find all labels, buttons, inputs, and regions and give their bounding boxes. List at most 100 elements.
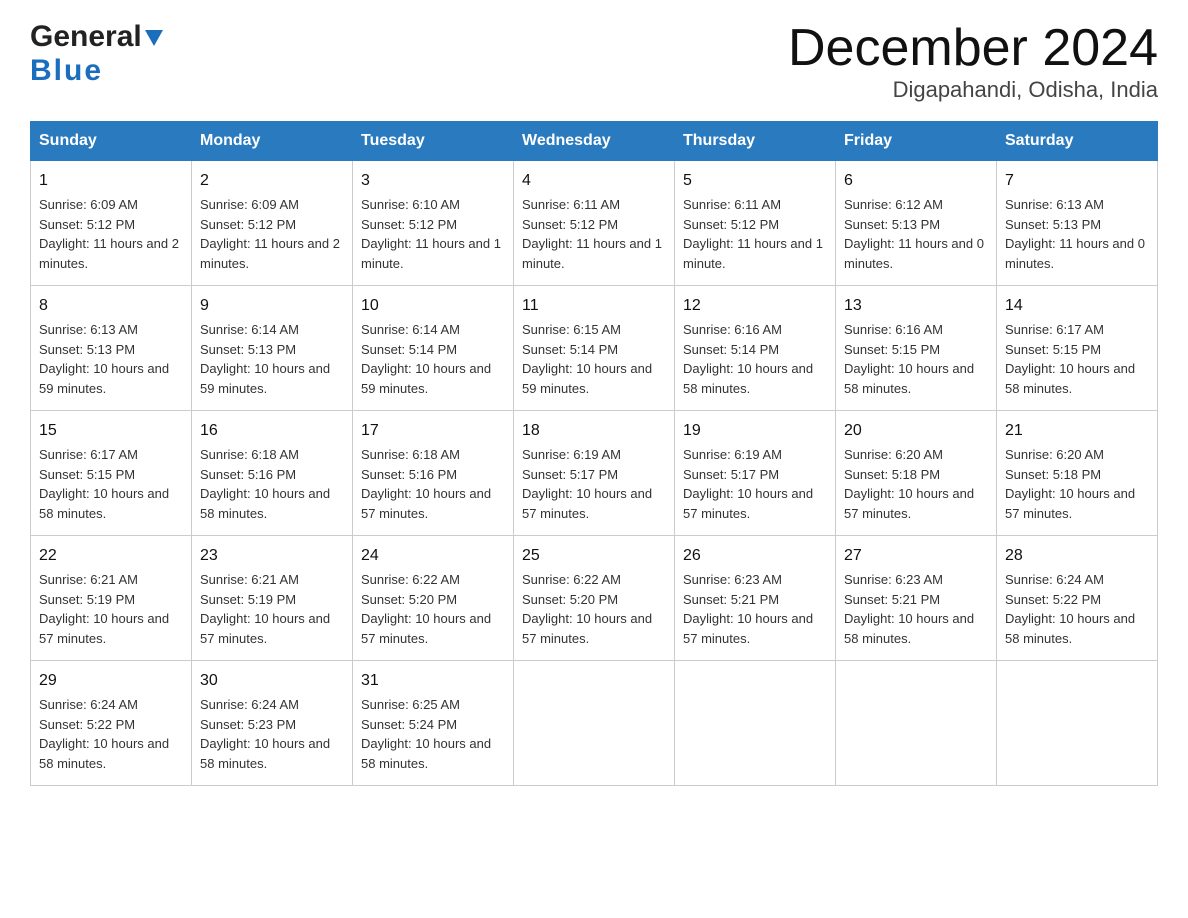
calendar-cell <box>836 661 997 786</box>
day-daylight: Daylight: 11 hours and 2 minutes. <box>39 236 179 271</box>
day-daylight: Daylight: 10 hours and 58 minutes. <box>1005 361 1135 396</box>
calendar-cell: 20 Sunrise: 6:20 AM Sunset: 5:18 PM Dayl… <box>836 411 997 536</box>
day-sunrise: Sunrise: 6:17 AM <box>1005 322 1104 337</box>
weekday-header-saturday: Saturday <box>997 122 1158 161</box>
calendar-cell: 4 Sunrise: 6:11 AM Sunset: 5:12 PM Dayli… <box>514 161 675 286</box>
logo-blue-text: Blue <box>30 54 103 88</box>
weekday-header-sunday: Sunday <box>31 122 192 161</box>
day-number: 7 <box>1005 169 1149 193</box>
day-sunset: Sunset: 5:16 PM <box>200 467 296 482</box>
day-number: 15 <box>39 419 183 443</box>
day-daylight: Daylight: 10 hours and 57 minutes. <box>1005 486 1135 521</box>
calendar-cell: 15 Sunrise: 6:17 AM Sunset: 5:15 PM Dayl… <box>31 411 192 536</box>
day-sunrise: Sunrise: 6:18 AM <box>200 447 299 462</box>
day-sunrise: Sunrise: 6:09 AM <box>39 197 138 212</box>
day-sunrise: Sunrise: 6:16 AM <box>683 322 782 337</box>
day-sunset: Sunset: 5:15 PM <box>1005 342 1101 357</box>
day-number: 9 <box>200 294 344 318</box>
day-sunrise: Sunrise: 6:10 AM <box>361 197 460 212</box>
day-sunset: Sunset: 5:19 PM <box>200 592 296 607</box>
day-number: 3 <box>361 169 505 193</box>
day-daylight: Daylight: 10 hours and 58 minutes. <box>200 486 330 521</box>
logo-triangle-icon <box>145 30 163 46</box>
day-daylight: Daylight: 10 hours and 59 minutes. <box>522 361 652 396</box>
day-sunrise: Sunrise: 6:24 AM <box>1005 572 1104 587</box>
day-daylight: Daylight: 11 hours and 2 minutes. <box>200 236 340 271</box>
day-sunset: Sunset: 5:13 PM <box>1005 217 1101 232</box>
calendar-cell: 10 Sunrise: 6:14 AM Sunset: 5:14 PM Dayl… <box>353 286 514 411</box>
day-number: 11 <box>522 294 666 318</box>
day-sunset: Sunset: 5:12 PM <box>361 217 457 232</box>
day-sunset: Sunset: 5:13 PM <box>200 342 296 357</box>
calendar-cell: 14 Sunrise: 6:17 AM Sunset: 5:15 PM Dayl… <box>997 286 1158 411</box>
day-sunrise: Sunrise: 6:14 AM <box>361 322 460 337</box>
day-daylight: Daylight: 10 hours and 58 minutes. <box>844 611 974 646</box>
calendar-subtitle: Digapahandi, Odisha, India <box>788 77 1158 103</box>
day-number: 12 <box>683 294 827 318</box>
weekday-header-tuesday: Tuesday <box>353 122 514 161</box>
day-daylight: Daylight: 10 hours and 58 minutes. <box>39 486 169 521</box>
day-sunset: Sunset: 5:14 PM <box>361 342 457 357</box>
day-sunset: Sunset: 5:16 PM <box>361 467 457 482</box>
day-daylight: Daylight: 10 hours and 57 minutes. <box>522 611 652 646</box>
calendar-cell <box>675 661 836 786</box>
day-sunrise: Sunrise: 6:12 AM <box>844 197 943 212</box>
day-sunset: Sunset: 5:22 PM <box>1005 592 1101 607</box>
calendar-cell: 26 Sunrise: 6:23 AM Sunset: 5:21 PM Dayl… <box>675 536 836 661</box>
day-sunrise: Sunrise: 6:09 AM <box>200 197 299 212</box>
calendar-cell: 5 Sunrise: 6:11 AM Sunset: 5:12 PM Dayli… <box>675 161 836 286</box>
day-daylight: Daylight: 11 hours and 0 minutes. <box>844 236 984 271</box>
day-number: 4 <box>522 169 666 193</box>
day-sunset: Sunset: 5:15 PM <box>844 342 940 357</box>
day-sunset: Sunset: 5:21 PM <box>844 592 940 607</box>
day-number: 23 <box>200 544 344 568</box>
day-sunset: Sunset: 5:18 PM <box>1005 467 1101 482</box>
day-daylight: Daylight: 10 hours and 57 minutes. <box>39 611 169 646</box>
day-number: 1 <box>39 169 183 193</box>
day-number: 17 <box>361 419 505 443</box>
day-sunset: Sunset: 5:22 PM <box>39 717 135 732</box>
day-daylight: Daylight: 10 hours and 58 minutes. <box>361 736 491 771</box>
calendar-cell: 12 Sunrise: 6:16 AM Sunset: 5:14 PM Dayl… <box>675 286 836 411</box>
day-number: 25 <box>522 544 666 568</box>
day-daylight: Daylight: 10 hours and 59 minutes. <box>39 361 169 396</box>
calendar-week-row: 22 Sunrise: 6:21 AM Sunset: 5:19 PM Dayl… <box>31 536 1158 661</box>
day-sunrise: Sunrise: 6:17 AM <box>39 447 138 462</box>
calendar-cell: 21 Sunrise: 6:20 AM Sunset: 5:18 PM Dayl… <box>997 411 1158 536</box>
day-number: 22 <box>39 544 183 568</box>
calendar-cell: 13 Sunrise: 6:16 AM Sunset: 5:15 PM Dayl… <box>836 286 997 411</box>
day-daylight: Daylight: 10 hours and 57 minutes. <box>361 611 491 646</box>
day-daylight: Daylight: 10 hours and 57 minutes. <box>683 486 813 521</box>
day-sunset: Sunset: 5:12 PM <box>522 217 618 232</box>
day-sunrise: Sunrise: 6:22 AM <box>361 572 460 587</box>
day-sunrise: Sunrise: 6:24 AM <box>200 697 299 712</box>
day-daylight: Daylight: 11 hours and 1 minute. <box>361 236 501 271</box>
day-sunset: Sunset: 5:12 PM <box>39 217 135 232</box>
day-number: 14 <box>1005 294 1149 318</box>
day-sunset: Sunset: 5:14 PM <box>683 342 779 357</box>
calendar-cell: 16 Sunrise: 6:18 AM Sunset: 5:16 PM Dayl… <box>192 411 353 536</box>
day-sunset: Sunset: 5:13 PM <box>844 217 940 232</box>
day-daylight: Daylight: 10 hours and 57 minutes. <box>522 486 652 521</box>
day-number: 13 <box>844 294 988 318</box>
day-daylight: Daylight: 11 hours and 1 minute. <box>683 236 823 271</box>
day-sunset: Sunset: 5:20 PM <box>522 592 618 607</box>
day-daylight: Daylight: 11 hours and 1 minute. <box>522 236 662 271</box>
calendar-cell: 23 Sunrise: 6:21 AM Sunset: 5:19 PM Dayl… <box>192 536 353 661</box>
day-daylight: Daylight: 10 hours and 57 minutes. <box>200 611 330 646</box>
logo: General Blue <box>30 20 163 88</box>
day-number: 21 <box>1005 419 1149 443</box>
day-sunset: Sunset: 5:12 PM <box>683 217 779 232</box>
day-sunset: Sunset: 5:17 PM <box>522 467 618 482</box>
weekday-header-wednesday: Wednesday <box>514 122 675 161</box>
calendar-cell: 25 Sunrise: 6:22 AM Sunset: 5:20 PM Dayl… <box>514 536 675 661</box>
calendar-cell: 1 Sunrise: 6:09 AM Sunset: 5:12 PM Dayli… <box>31 161 192 286</box>
day-daylight: Daylight: 10 hours and 59 minutes. <box>361 361 491 396</box>
day-sunrise: Sunrise: 6:23 AM <box>683 572 782 587</box>
calendar-cell <box>997 661 1158 786</box>
day-sunrise: Sunrise: 6:21 AM <box>39 572 138 587</box>
calendar-cell: 27 Sunrise: 6:23 AM Sunset: 5:21 PM Dayl… <box>836 536 997 661</box>
calendar-week-row: 15 Sunrise: 6:17 AM Sunset: 5:15 PM Dayl… <box>31 411 1158 536</box>
day-number: 27 <box>844 544 988 568</box>
day-sunrise: Sunrise: 6:25 AM <box>361 697 460 712</box>
